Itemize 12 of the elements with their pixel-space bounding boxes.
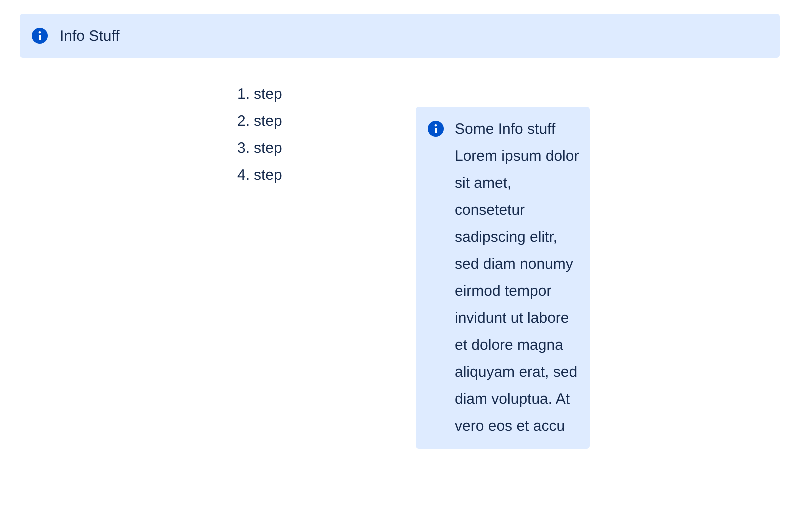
info-text: Some Info stuff Lorem ipsum dolor sit amet, consetetur sadipscing elitr, sed diam nonumy eirmod tempor invidunt ut labore et dolore magna aliquyam erat, sed diam voluptua. At vero eos et accu (455, 120, 580, 437)
step-number: 3. (236, 140, 250, 157)
step-number: 1. (236, 86, 250, 103)
step-text: step (254, 113, 282, 130)
step-number: 4. (236, 167, 250, 184)
info-icon (32, 28, 48, 44)
step-number: 2. (236, 113, 250, 130)
step-text: step (254, 140, 282, 157)
info-icon (428, 121, 444, 137)
step-text: step (254, 86, 282, 103)
banner-title: Info Stuff (60, 28, 120, 44)
step-text: step (254, 167, 282, 184)
